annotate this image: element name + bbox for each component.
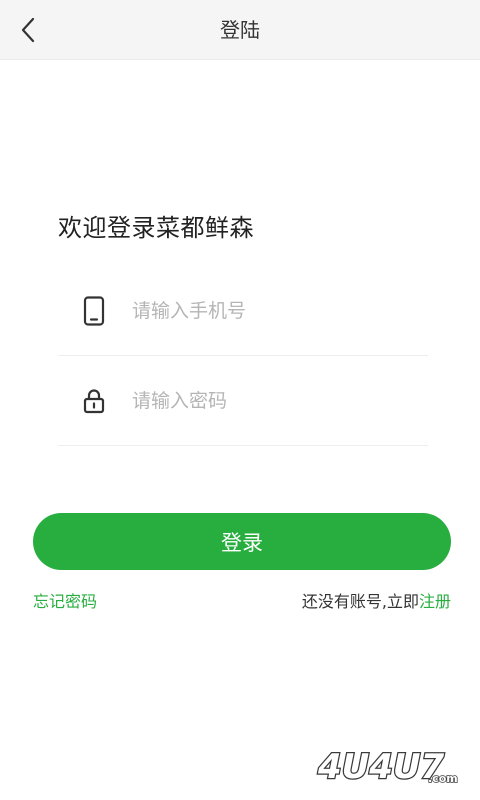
no-account-text: 还没有账号,立即: [301, 592, 419, 611]
login-button[interactable]: 登录: [33, 513, 451, 570]
page-title: 登陆: [220, 18, 260, 42]
watermark-text: 4U4U7: [317, 747, 445, 786]
chevron-left-icon: [21, 17, 35, 43]
phone-input[interactable]: [132, 290, 392, 331]
password-field-row: [58, 356, 428, 446]
welcome-heading: 欢迎登录菜都鲜森: [58, 214, 254, 242]
register-prompt: 还没有账号,立即注册: [302, 588, 451, 612]
phone-field-row: [58, 266, 428, 356]
back-button[interactable]: [10, 12, 46, 48]
password-input[interactable]: [132, 380, 392, 421]
smartphone-icon: [78, 295, 110, 327]
lock-icon: [78, 385, 110, 417]
forgot-password-link[interactable]: 忘记密码: [33, 588, 97, 612]
top-nav-bar: 登陆: [0, 0, 480, 60]
watermark-suffix: .com: [428, 772, 458, 785]
site-watermark: 4U4U7 .com: [316, 740, 466, 789]
register-link[interactable]: 注册: [419, 592, 451, 611]
